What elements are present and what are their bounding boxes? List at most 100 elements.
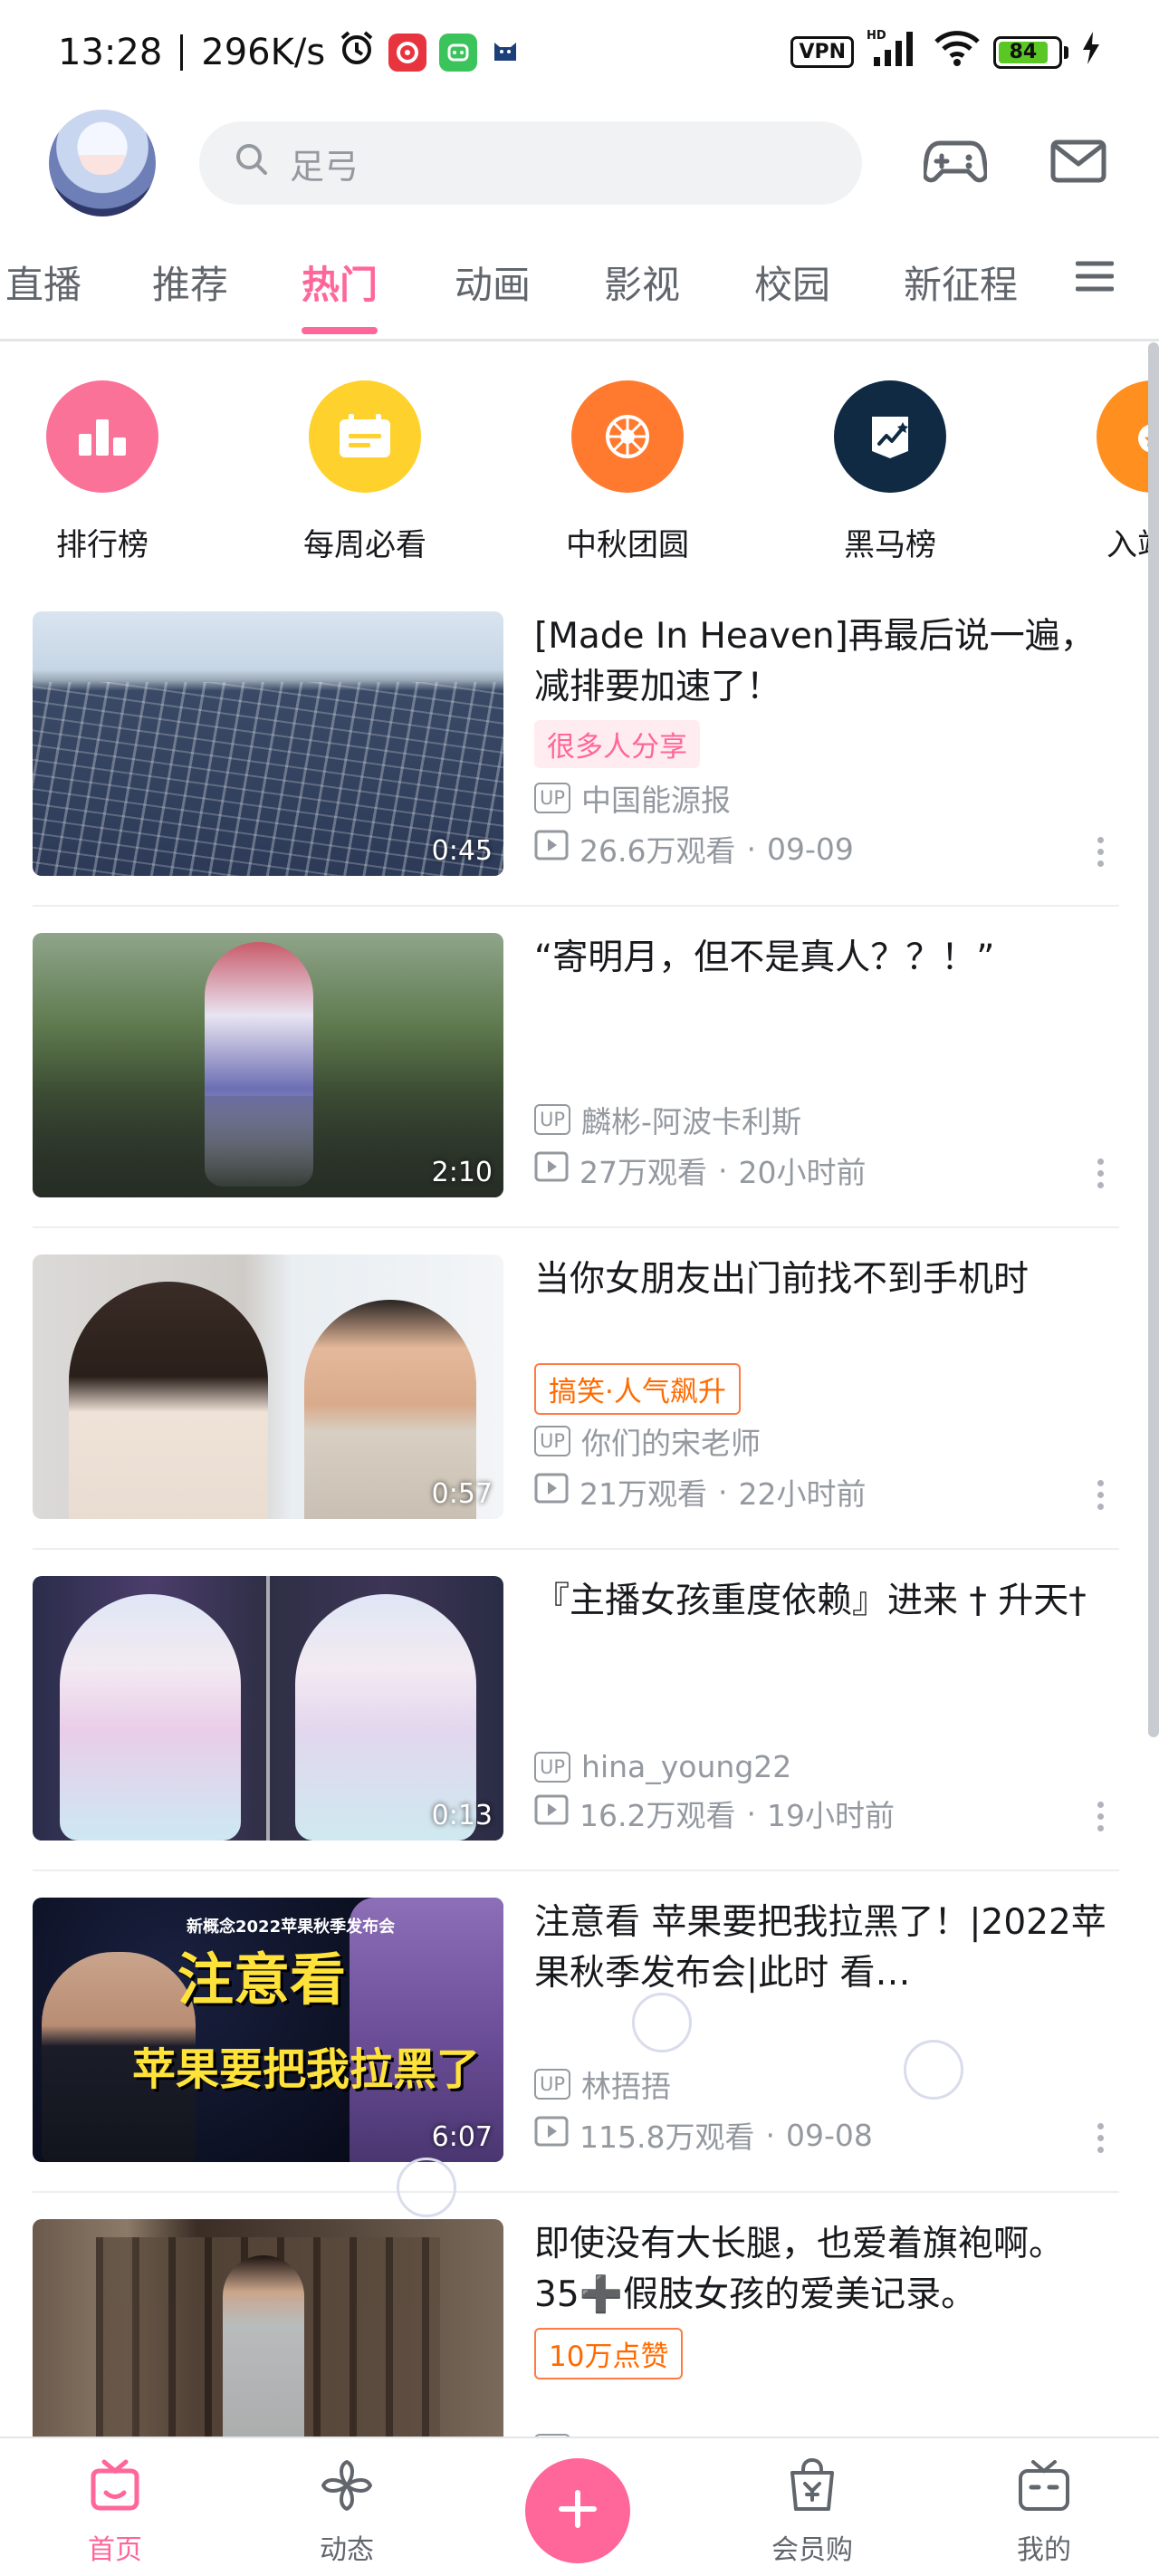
video-title[interactable]: 即使没有大长腿，也爱着旗袍啊。35➕假肢女孩的爱美记录。 [534,2219,1112,2321]
video-thumbnail[interactable]: 0:13 [33,1576,503,1841]
tab-live[interactable]: 直播 [5,222,81,341]
menu-icon[interactable] [1075,258,1115,298]
uploader-name[interactable]: hina_young22 [581,1749,791,1784]
video-thumbnail[interactable]: 2:10 [33,933,503,1197]
tab-campus[interactable]: 校园 [754,222,830,341]
nav-home[interactable]: 首页 [47,2456,183,2567]
game-controller-icon[interactable] [922,136,989,190]
entry-label: 每周必看 [303,527,426,563]
divider [33,1870,1119,1871]
more-options-icon[interactable] [1097,1158,1106,1188]
touch-indicator [397,2158,456,2217]
signal-icon: HD [867,28,921,77]
up-icon: UP [534,783,571,813]
video-badge: 搞笑·人气飙升 [534,1363,741,1415]
thumbnail-caption-sub: 苹果要把我拉黑了 [132,2044,481,2095]
touch-indicator [904,2040,963,2100]
up-icon: UP [534,2069,571,2100]
publish-date: 19小时前 [766,1798,895,1833]
entry-mid-autumn[interactable]: 中秋团圆 [541,380,714,564]
status-separator [180,34,184,71]
alarm-icon [338,29,376,76]
more-options-icon[interactable] [1097,2123,1106,2153]
uploader-name[interactable]: 林捂捂 [581,2062,671,2106]
search-input[interactable]: 足弓 [290,139,359,188]
search-bar[interactable]: 足弓 [199,121,862,205]
uploader-name[interactable]: 麟彬-阿波卡利斯 [581,1098,801,1141]
view-count: 16.2万观看 [580,1798,736,1833]
tab-new-journey[interactable]: 新征程 [904,222,1018,341]
more-options-icon[interactable] [1097,1802,1106,1831]
meta-dot: · [718,1474,728,1510]
entry-dark-horse[interactable]: 黑马榜 [804,380,976,564]
tab-label: 热门 [302,262,378,307]
app-cat-icon [490,32,521,73]
trend-chart-icon [834,380,946,493]
weekly-calendar-icon [309,380,421,493]
avatar[interactable] [49,110,156,216]
video-thumbnail[interactable]: 0:57 [33,1254,503,1519]
video-card[interactable]: 0:45 [Made In Heaven]再最后说一遍，减排要加速了！ 很多人分… [33,611,1119,907]
play-count-icon [534,1473,569,1511]
meta-dot: · [746,1795,756,1831]
more-options-icon[interactable] [1097,837,1106,867]
more-options-icon[interactable] [1097,1480,1106,1510]
tab-film[interactable]: 影视 [604,222,680,341]
view-count: 27万观看 [580,1155,707,1190]
video-card[interactable]: 新概念2022苹果秋季发布会 注意看 苹果要把我拉黑了 6:07 注意看 苹果要… [33,1898,1119,2193]
tv-face-icon [1015,2456,1073,2522]
battery-level: 84 [999,41,1048,63]
video-title[interactable]: [Made In Heaven]再最后说一遍，减排要加速了！ [534,611,1112,713]
nav-label: 动态 [320,2534,374,2566]
shopping-bag-icon [783,2456,841,2522]
divider [33,1548,1119,1550]
lantern-icon [571,380,684,493]
video-thumbnail[interactable]: 新概念2022苹果秋季发布会 注意看 苹果要把我拉黑了 6:07 [33,1898,503,2162]
feed-scrollbar[interactable] [1148,342,1159,1737]
video-badge: 很多人分享 [534,720,700,768]
tab-label: 推荐 [152,262,229,307]
video-title[interactable]: 注意看 苹果要把我拉黑了！|2022苹果秋季发布会|此时 看… [534,1898,1112,1999]
plus-button[interactable] [525,2458,630,2563]
pinwheel-icon [318,2456,376,2522]
video-card[interactable]: 2:10 “寄明月，但不是真人？？！” UP 麟彬-阿波卡利斯 27万观看 · … [33,933,1119,1228]
up-icon: UP [534,1426,571,1456]
top-header: 足弓 [0,104,1159,222]
uploader-name[interactable]: 中国能源报 [581,776,731,820]
video-card[interactable]: 0:13 『主播女孩重度依赖』进来 † 升天† UP hina_young22 … [33,1576,1119,1871]
tab-recommend[interactable]: 推荐 [152,222,228,341]
nav-label: 我的 [1017,2534,1071,2566]
tab-label: 影视 [604,262,681,307]
touch-indicator [632,1993,692,2052]
home-tv-icon [86,2456,144,2522]
tab-anime[interactable]: 动画 [455,222,531,341]
status-bar: 13:28 296K/s VPN HD 84 [0,0,1159,104]
divider [33,905,1119,907]
charging-icon [1081,31,1101,73]
nav-dynamic[interactable]: 动态 [279,2456,415,2567]
play-count-icon [534,830,569,868]
entry-ranking[interactable]: 排行榜 [16,380,188,564]
ranking-icon [46,380,158,493]
view-count: 21万观看 [580,1476,707,1512]
status-net-speed: 296K/s [201,31,326,73]
nav-mine[interactable]: 我的 [976,2456,1112,2567]
meta-dot: · [746,831,756,867]
video-thumbnail[interactable]: 0:45 [33,611,503,876]
entry-weekly[interactable]: 每周必看 [279,380,451,564]
tab-popular[interactable]: 热门 [302,222,378,341]
plus-icon [556,2487,599,2534]
video-title[interactable]: “寄明月，但不是真人？？！” [534,933,1112,984]
play-count-icon [534,1151,569,1189]
up-icon: UP [534,1104,571,1135]
uploader-name[interactable]: 你们的宋老师 [581,1419,761,1463]
video-card[interactable]: 0:57 当你女朋友出门前找不到手机时 搞笑·人气飙升 UP 你们的宋老师 21… [33,1254,1119,1550]
entry-must-watch[interactable]: 入站必 [1067,380,1159,564]
video-title[interactable]: 当你女朋友出门前找不到手机时 [534,1254,1112,1305]
status-time: 13:28 [58,31,163,73]
video-title[interactable]: 『主播女孩重度依赖』进来 † 升天† [534,1576,1112,1627]
video-duration: 6:07 [431,2121,493,2153]
nav-member-shop[interactable]: 会员购 [744,2456,880,2567]
mail-icon[interactable] [1050,139,1106,187]
tab-label: 校园 [754,262,831,307]
